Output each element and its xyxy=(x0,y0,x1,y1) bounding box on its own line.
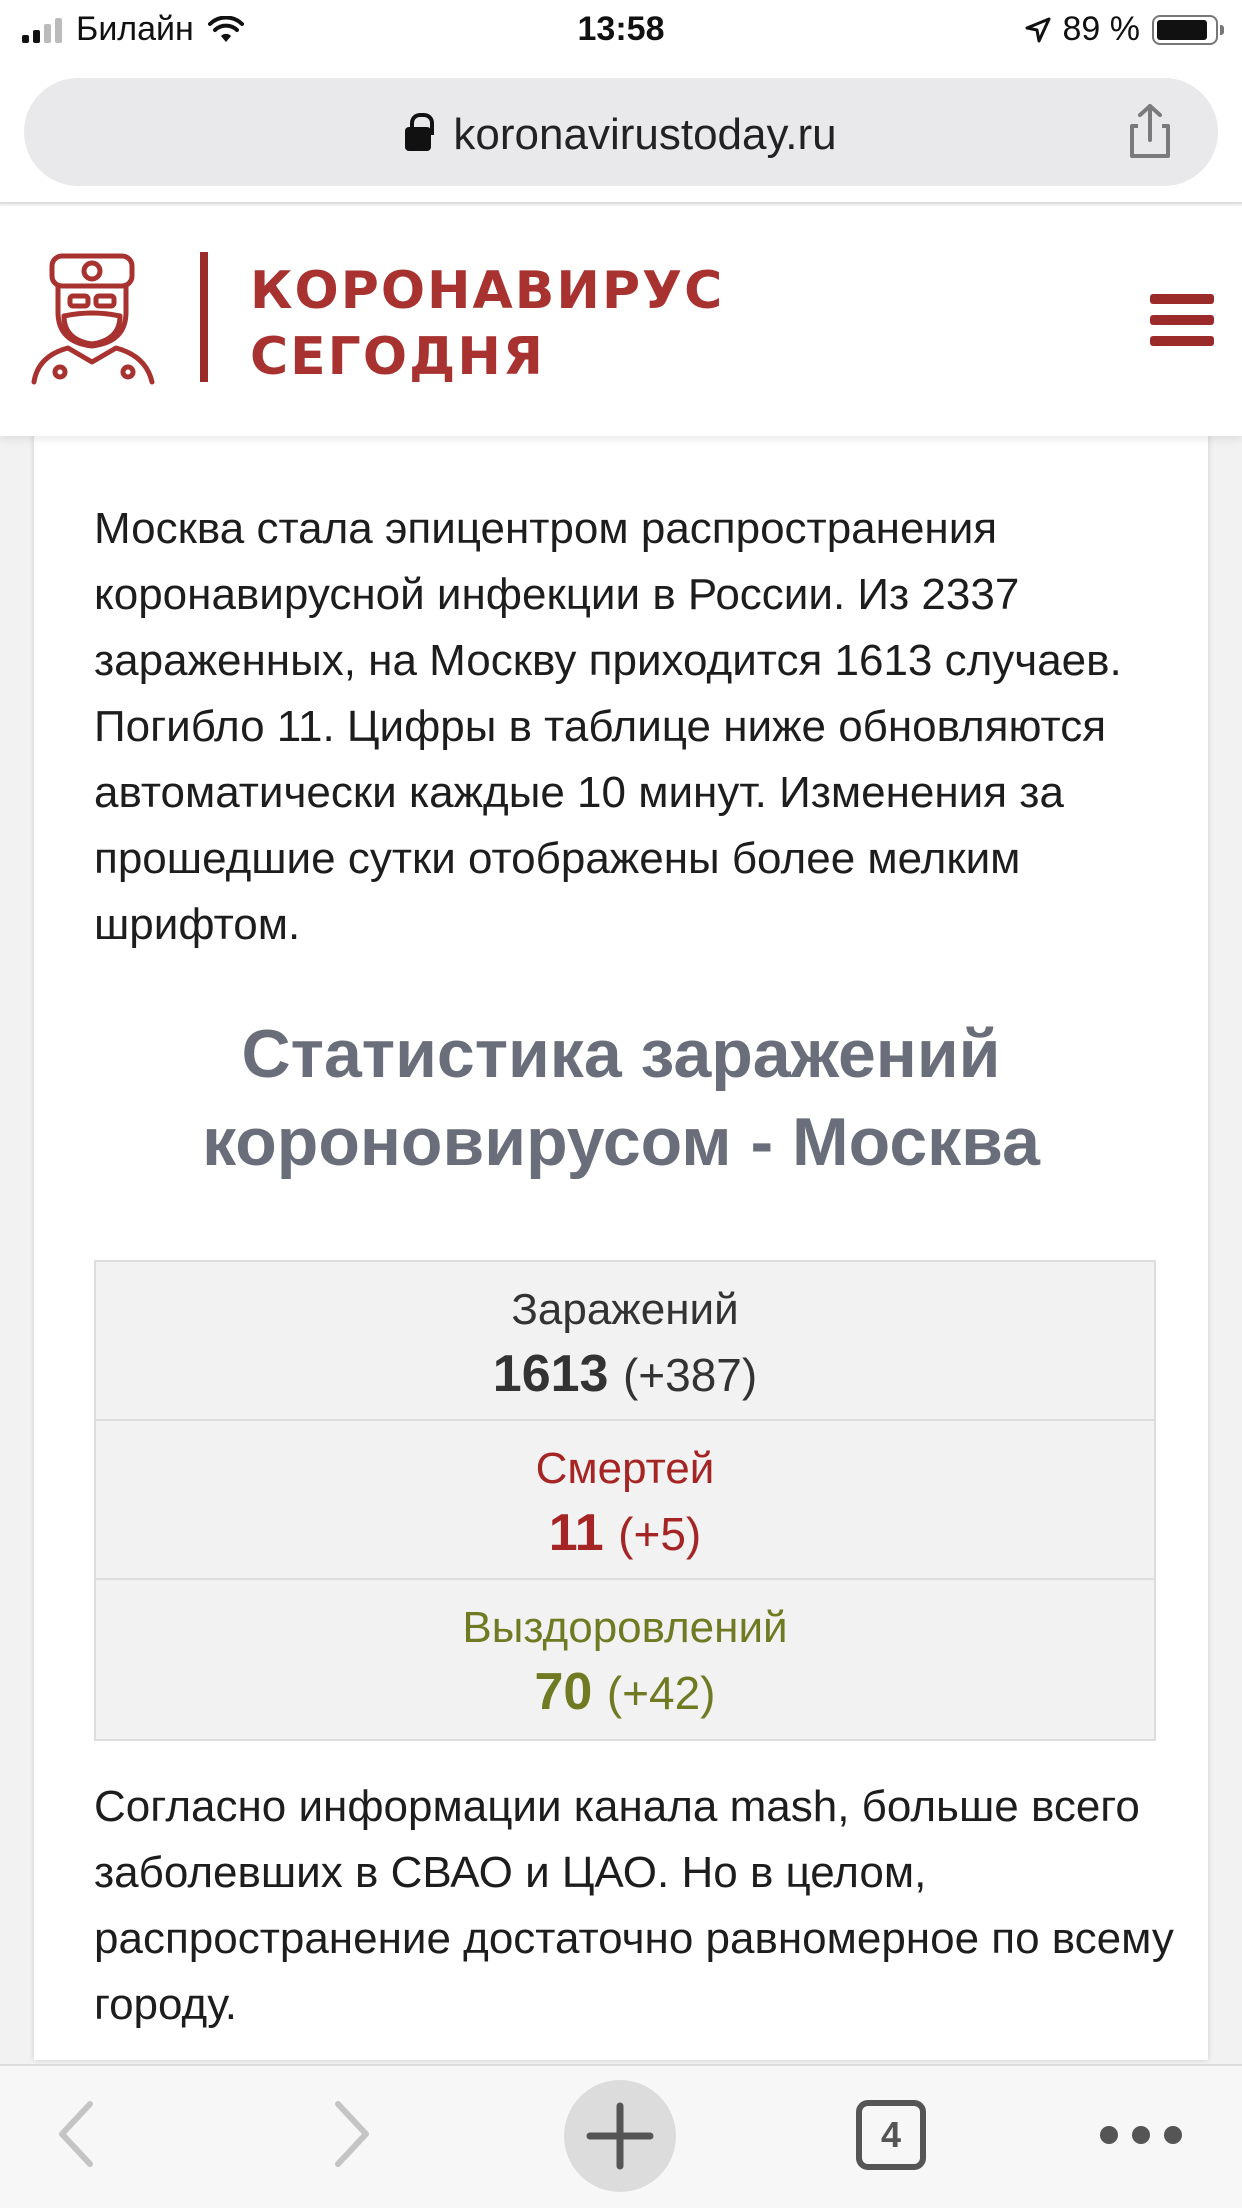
url-text[interactable]: koronavirustoday.ru xyxy=(453,110,836,159)
logo-divider xyxy=(200,252,208,382)
stat-delta: (+42) xyxy=(606,1667,716,1719)
status-bar: Билайн 13:58 89 % xyxy=(0,0,1242,62)
stat-value: 1613 xyxy=(492,1345,609,1403)
browser-toolbar: 4 xyxy=(0,2064,1242,2208)
back-icon[interactable] xyxy=(48,2084,108,2184)
more-icon[interactable] xyxy=(1100,2126,1182,2144)
new-tab-button[interactable] xyxy=(564,2080,676,2192)
lock-icon xyxy=(405,113,435,151)
address-bar[interactable]: koronavirustoday.ru xyxy=(24,78,1218,186)
browser-address-area: koronavirustoday.ru xyxy=(0,62,1242,204)
status-right: 89 % xyxy=(1025,10,1224,49)
doctor-logo-icon[interactable] xyxy=(28,250,162,386)
stats-row-recoveries: Выздоровлений 70 (+42) xyxy=(96,1580,1154,1739)
stat-label: Заражений xyxy=(511,1285,739,1334)
stat-delta: (+387) xyxy=(622,1349,758,1401)
share-icon[interactable] xyxy=(1120,102,1180,162)
logo-line-2: СЕГОДНЯ xyxy=(250,327,545,387)
stats-heading: Статистика заражений короновирусом - Мос… xyxy=(202,1016,1040,1180)
stat-value: 11 xyxy=(548,1504,604,1562)
battery-icon xyxy=(1152,14,1224,45)
battery-fill xyxy=(1157,19,1207,40)
location-arrow-icon xyxy=(1025,17,1050,42)
site-header: КОРОНАВИРУС СЕГОДНЯ xyxy=(0,206,1242,436)
stats-row-infections: Заражений 1613 (+387) xyxy=(96,1262,1154,1421)
stats-table: Заражений 1613 (+387) Смертей 11 (+5) Вы… xyxy=(94,1260,1156,1741)
site-logo-text[interactable]: КОРОНАВИРУС СЕГОДНЯ xyxy=(250,258,724,390)
stat-value-row: 11 (+5) xyxy=(96,1497,1154,1570)
article-card: Москва стала эпицентром распространения … xyxy=(34,420,1208,2060)
stat-value-row: 70 (+42) xyxy=(96,1656,1154,1729)
stat-label: Выздоровлений xyxy=(462,1603,788,1652)
hamburger-menu-icon[interactable] xyxy=(1150,294,1214,346)
stat-label: Смертей xyxy=(535,1444,715,1493)
stat-value: 70 xyxy=(534,1663,593,1721)
tabs-count-button[interactable]: 4 xyxy=(856,2100,926,2170)
address-text-row: koronavirustoday.ru xyxy=(24,110,1218,160)
forward-icon[interactable] xyxy=(320,2084,380,2184)
plus-icon xyxy=(586,2102,654,2170)
stat-value-row: 1613 (+387) xyxy=(96,1338,1154,1411)
stats-row-deaths: Смертей 11 (+5) xyxy=(96,1421,1154,1580)
outro-paragraph: Согласно информации канала mash, больше … xyxy=(94,1782,1174,2029)
stat-delta: (+5) xyxy=(618,1508,702,1560)
battery-percent: 89 % xyxy=(1062,10,1141,48)
intro-paragraph: Москва стала эпицентром распространения … xyxy=(94,504,1122,949)
logo-line-1: КОРОНАВИРУС xyxy=(250,261,725,321)
